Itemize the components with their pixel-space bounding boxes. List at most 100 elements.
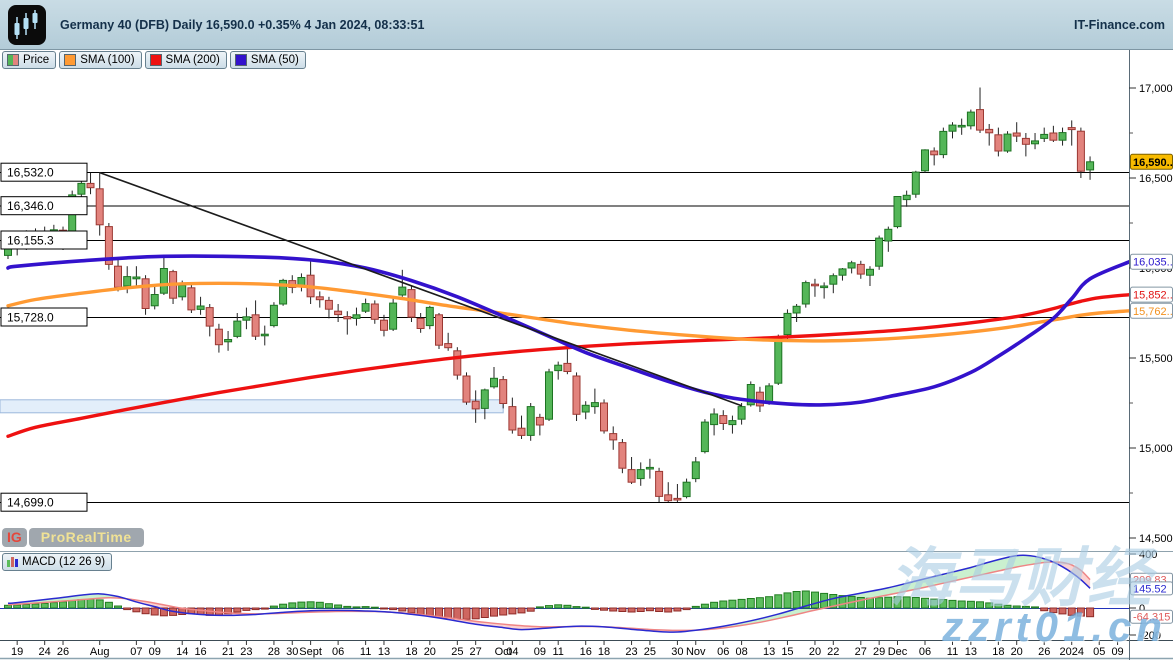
candle [381, 320, 388, 330]
candle [1050, 133, 1057, 140]
tab-price[interactable]: Price [2, 51, 56, 69]
macd-histogram-bar [940, 600, 947, 608]
macd-histogram-bar [344, 606, 351, 608]
macd-histogram-bar [1059, 608, 1066, 614]
x-tick-label: 23 [240, 646, 252, 658]
tab-sma-100[interactable]: SMA (100) [59, 51, 141, 69]
candle [215, 329, 222, 345]
candle [931, 151, 938, 155]
candle [802, 283, 809, 304]
candle [142, 279, 149, 309]
candle [885, 229, 892, 241]
highlight-zone [0, 400, 503, 413]
brand-link[interactable]: IT-Finance.com [1074, 18, 1165, 32]
tab-sma-50[interactable]: SMA (50) [230, 51, 306, 69]
macd-histogram-bar [536, 607, 543, 608]
candle [518, 428, 525, 435]
price-box-label: 15,852.. [1133, 290, 1173, 302]
x-tick-label: 24 [39, 646, 51, 658]
macd-signal-line [8, 562, 1090, 630]
macd-histogram-bar [784, 593, 791, 608]
macd-histogram-bar [289, 603, 296, 608]
macd-axis: 4000-200209.83145.52-64.315 [1129, 549, 1173, 642]
macd-histogram-bar [481, 608, 488, 618]
chart-canvas[interactable]: 16,532.016,346.016,155.315,728.014,699.0… [0, 0, 1173, 660]
macd-histogram-bar [977, 602, 984, 608]
macd-histogram-bar [628, 608, 635, 612]
candle [555, 365, 562, 370]
x-tick-label: 13 [763, 646, 775, 658]
macd-histogram-bar [1004, 605, 1011, 608]
macd-icon [7, 557, 18, 567]
x-tick-label: 28 [268, 646, 280, 658]
candle [225, 340, 232, 342]
candle [481, 390, 488, 409]
candle [1041, 134, 1048, 138]
macd-histogram-bar [500, 608, 507, 615]
x-tick-label: 30 [286, 646, 298, 658]
x-tick-label: 18 [992, 646, 1004, 658]
macd-histogram-bar [509, 608, 516, 614]
level-label: 16,155.3 [7, 234, 54, 248]
prorealtime-logo: IG ProRealTime [2, 528, 144, 547]
y-tick-label: 15,500 [1139, 353, 1173, 365]
candle [362, 304, 369, 312]
macd-histogram-bar [995, 604, 1002, 608]
level-label: 16,346.0 [7, 199, 54, 213]
macd-histogram-bar [50, 603, 57, 608]
macd-histogram-bar [573, 607, 580, 608]
candle [270, 305, 277, 325]
macd-histogram-bar [371, 607, 378, 608]
tab-sma-200[interactable]: SMA (200) [145, 51, 227, 69]
x-tick-label: 20 [424, 646, 436, 658]
macd-histogram-bar [747, 599, 754, 609]
macd-histogram-bar [307, 602, 314, 608]
macd-histogram-bar [646, 608, 653, 611]
x-tick-label: Nov [686, 646, 706, 658]
candle [922, 150, 929, 171]
candle [500, 380, 507, 404]
macd-histogram-bar [756, 598, 763, 608]
candle [977, 110, 984, 131]
x-tick-label: 13 [378, 646, 390, 658]
x-tick-label: 06 [332, 646, 344, 658]
x-tick-label: 05 [1093, 646, 1105, 658]
macd-histogram-bar [234, 608, 241, 612]
macd-histogram-bar [812, 592, 819, 608]
candle [949, 125, 956, 131]
x-tick-label: 06 [717, 646, 729, 658]
candle [683, 482, 690, 496]
candle [316, 297, 323, 300]
candle [582, 405, 589, 412]
macd-histogram-bar [931, 599, 938, 608]
price-icon [7, 54, 19, 66]
candle [821, 286, 828, 288]
candle [692, 462, 699, 479]
macd-histogram-bar [298, 602, 305, 608]
candle [1013, 133, 1020, 136]
x-tick-label: Dec [888, 646, 908, 658]
candle [564, 363, 571, 371]
macd-histogram-bar [701, 604, 708, 608]
sma100-swatch-icon [64, 54, 76, 66]
sma200-swatch-icon [150, 54, 162, 66]
macd-histogram-bar [381, 608, 388, 609]
macd-histogram-bar [353, 607, 360, 608]
prorealtime-label: ProRealTime [29, 528, 144, 547]
macd-histogram-bar [78, 600, 85, 608]
candle [160, 269, 167, 294]
macd-histogram-bar [362, 607, 369, 608]
candle [335, 311, 342, 314]
macd-tick-label: -200 [1139, 630, 1161, 642]
candle [766, 386, 773, 403]
tab-macd[interactable]: MACD (12 26 9) [2, 553, 112, 571]
x-tick-label: 23 [625, 646, 637, 658]
macd-histogram-bar [729, 600, 736, 608]
candle [96, 189, 103, 225]
macd-histogram-bar [105, 602, 112, 608]
candle [1022, 138, 1029, 144]
x-tick-label: 30 [671, 646, 683, 658]
macd-histogram-bar [1041, 608, 1048, 611]
x-tick-label: 27 [470, 646, 482, 658]
candle [720, 416, 727, 424]
